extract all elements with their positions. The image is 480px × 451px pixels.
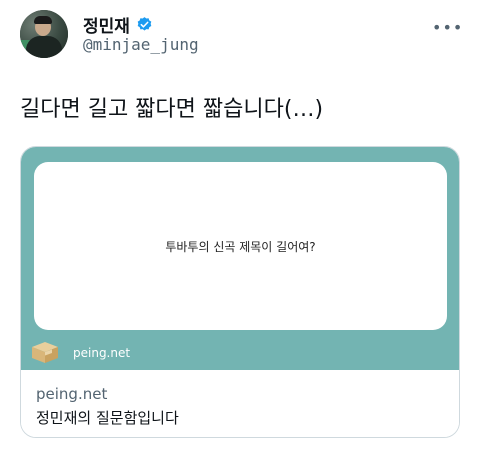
card-title: 정민재의 질문함입니다	[36, 409, 179, 427]
tweet-text: 길다면 길고 짧다면 짧습니다(…)	[20, 97, 324, 122]
avatar-body	[26, 36, 62, 58]
question-text: 투바투의 신곡 제목이 길어여?	[165, 239, 316, 254]
verified-badge-icon	[137, 17, 152, 31]
link-card[interactable]: 투바투의 신곡 제목이 길어여? peing.net peing.net 정민재…	[20, 146, 460, 438]
display-name[interactable]: 정민재	[83, 12, 130, 37]
card-info[interactable]: peing.net 정민재의 질문함입니다	[21, 370, 459, 437]
avatar-hair	[34, 16, 52, 24]
peing-box-icon	[32, 342, 58, 363]
more-options-icon[interactable]: •••	[432, 18, 463, 37]
card-media[interactable]: 투바투의 신곡 제목이 길어여? peing.net	[21, 147, 459, 370]
user-name-row: 정민재	[83, 12, 153, 37]
avatar[interactable]	[20, 10, 68, 58]
card-site-label: peing.net	[73, 346, 131, 360]
question-card: 투바투의 신곡 제목이 길어여?	[34, 162, 447, 330]
user-handle[interactable]: @minjae_jung	[83, 35, 199, 54]
card-domain: peing.net	[36, 385, 108, 403]
